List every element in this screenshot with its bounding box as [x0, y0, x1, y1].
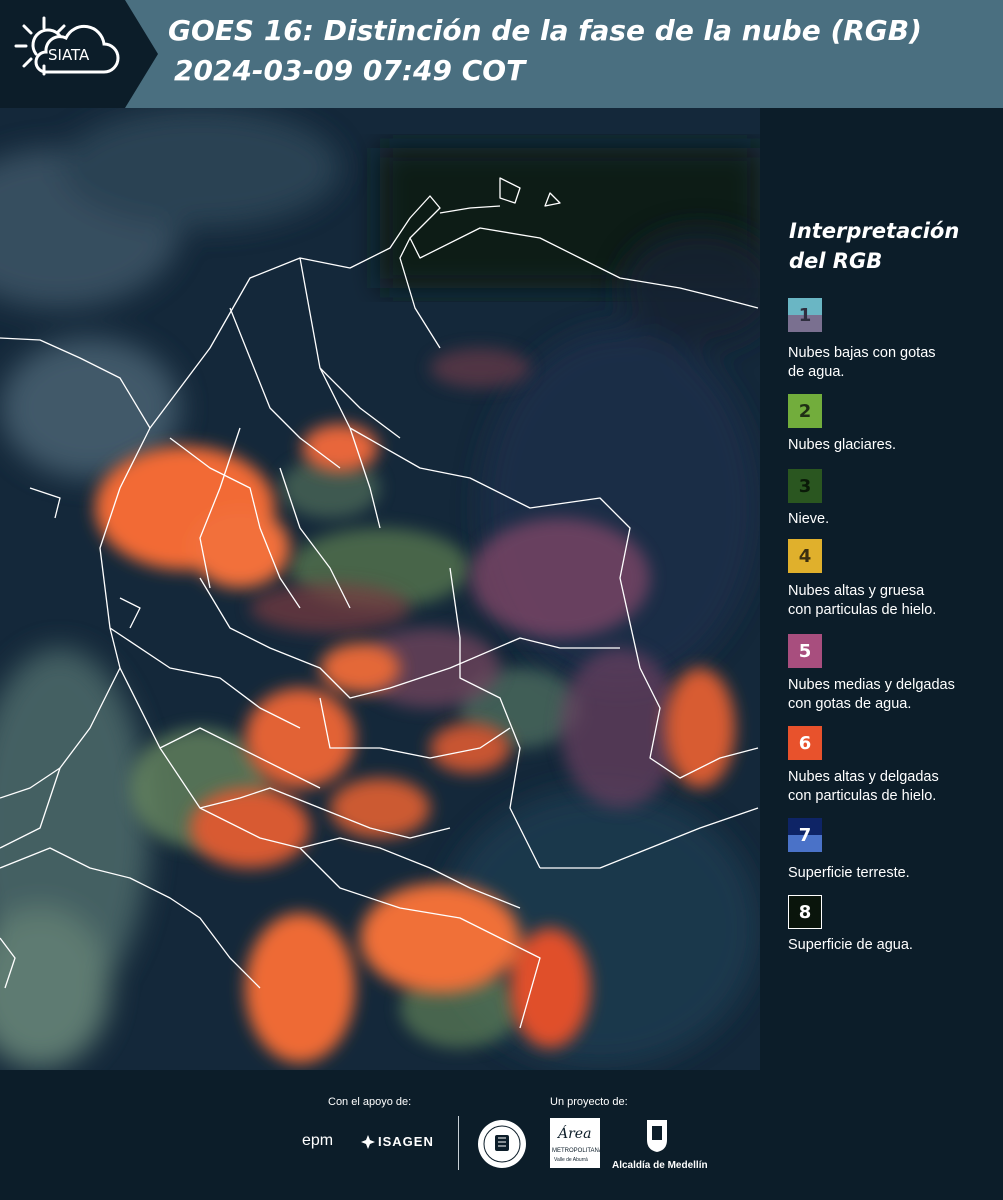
- legend-title-line2: del RGB: [789, 249, 883, 273]
- legend-swatch-number: 5: [798, 640, 812, 662]
- page-title: GOES 16: Distinción de la fase de la nub…: [168, 14, 922, 47]
- legend-swatch-number: 3: [798, 475, 812, 497]
- legend-label-line: con gotas de agua.: [788, 696, 912, 712]
- legend-label-line: Nubes medias y delgadas: [788, 677, 955, 693]
- legend-swatch-2: 2: [788, 394, 822, 428]
- alcaldia-shield-icon: [647, 1120, 667, 1152]
- legend-title: Interpretación del RGB: [789, 216, 989, 276]
- legend-swatch-number: 8: [798, 901, 812, 923]
- legend-swatch-number: 1: [798, 304, 812, 326]
- legend-label-1: Nubes bajas con gotas de agua.: [788, 344, 998, 382]
- legend-swatch-number: 7: [798, 824, 812, 846]
- legend-swatch-6: 6: [788, 726, 822, 760]
- legend-label-line: Superficie de agua.: [788, 937, 913, 953]
- legend-label-line: con particulas de hielo.: [788, 602, 937, 618]
- area-metropolitana-logo: Área METROPOLITANA Valle de Aburrá: [550, 1118, 603, 1168]
- legend-swatch-8: 8: [788, 895, 822, 929]
- legend-label-8: Superficie de agua.: [788, 936, 998, 955]
- seal-icon: [478, 1120, 526, 1168]
- isagen-logo: ISAGEN: [378, 1134, 434, 1149]
- legend-panel: Interpretación del RGB 1 Nubes bajas con…: [760, 108, 1003, 1070]
- alcaldia-label: Alcaldía de Medellín: [612, 1160, 708, 1171]
- legend-swatch-1: 1: [788, 298, 822, 332]
- legend-swatch-number: 2: [798, 400, 812, 422]
- legend-label-line: de agua.: [788, 364, 845, 380]
- logo-block: SIATA: [0, 0, 158, 108]
- footer: Con el apoyo de: epm ISAGEN Un proyecto …: [0, 1070, 1003, 1200]
- area-logo-line1: METROPOLITANA: [552, 1148, 603, 1154]
- area-logo-line2: Valle de Aburrá: [554, 1157, 588, 1163]
- satellite-image: [0, 108, 760, 1070]
- siata-logo-text: SIATA: [48, 46, 90, 64]
- isagen-icon: [361, 1135, 375, 1149]
- legend-swatch-7: 7: [788, 818, 822, 852]
- epm-logo: epm: [302, 1132, 334, 1149]
- legend-label-4: Nubes altas y gruesa con particulas de h…: [788, 582, 998, 620]
- legend-label-6: Nubes altas y delgadas con particulas de…: [788, 768, 998, 806]
- legend-title-line1: Interpretación: [789, 219, 960, 243]
- project-label: Un proyecto de:: [550, 1096, 628, 1108]
- legend-label-line: con particulas de hielo.: [788, 788, 937, 804]
- legend-label-line: Nubes altas y gruesa: [788, 583, 925, 599]
- footer-divider: [458, 1116, 459, 1170]
- page-timestamp: 2024-03-09 07:49 COT: [174, 54, 526, 87]
- legend-label-3: Nieve.: [788, 510, 998, 529]
- satellite-map: [0, 108, 760, 1070]
- legend-swatch-4: 4: [788, 539, 822, 573]
- legend-label-5: Nubes medias y delgadas con gotas de agu…: [788, 676, 998, 714]
- legend-swatch-number: 4: [798, 545, 812, 567]
- area-logo-main: Área: [558, 1126, 592, 1142]
- legend-label-line: Superficie terreste.: [788, 865, 910, 881]
- legend-label-2: Nubes glaciares.: [788, 436, 998, 455]
- legend-label-line: Nieve.: [788, 511, 830, 527]
- legend-swatch-3: 3: [788, 469, 822, 503]
- legend-swatch-number: 6: [798, 732, 812, 754]
- legend-swatch-5: 5: [788, 634, 822, 668]
- header-bar: SIATA GOES 16: Distinción de la fase de …: [0, 0, 1003, 108]
- legend-label-line: Nubes altas y delgadas: [788, 769, 939, 785]
- legend-label-7: Superficie terreste.: [788, 864, 998, 883]
- support-label: Con el apoyo de:: [328, 1096, 412, 1108]
- legend-label-line: Nubes glaciares.: [788, 437, 896, 453]
- legend-label-line: Nubes bajas con gotas: [788, 345, 936, 361]
